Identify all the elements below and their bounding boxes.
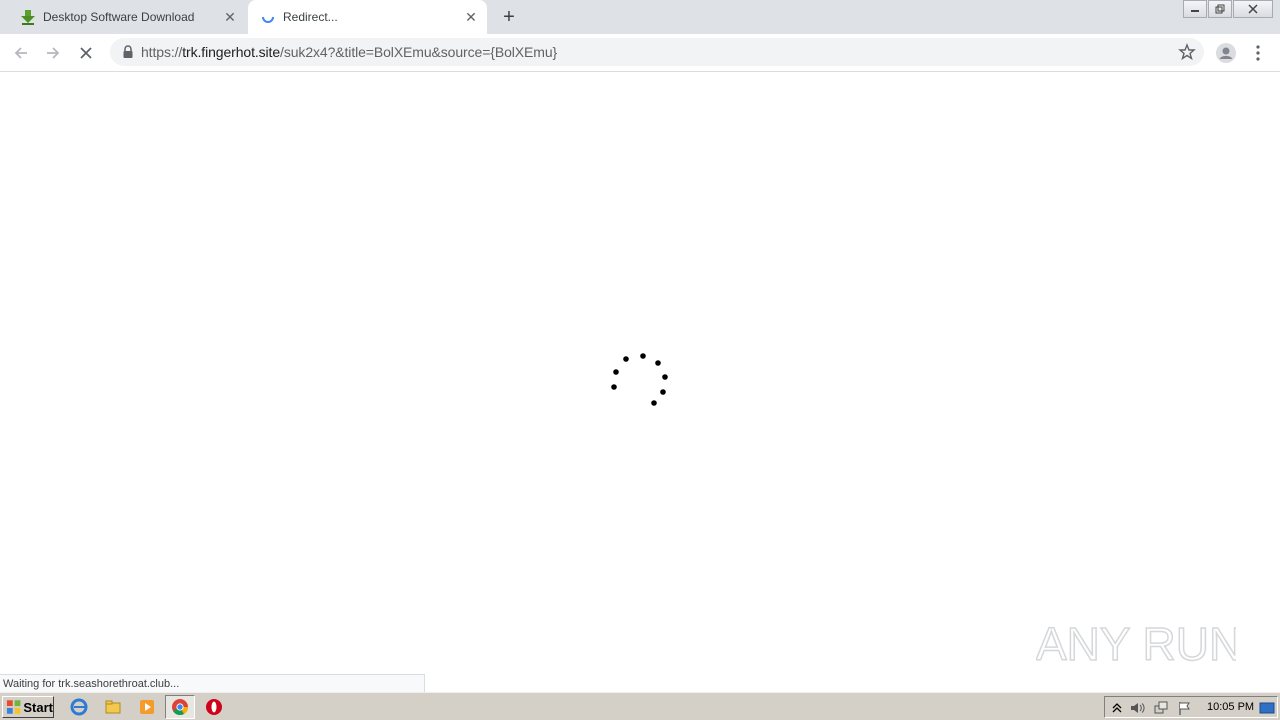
action-center-flag-icon[interactable] — [1177, 700, 1193, 716]
new-tab-button[interactable]: + — [498, 7, 520, 29]
page-content: Waiting for trk.seashorethroat.club... A… — [0, 72, 1280, 694]
watermark-text: ANY RUN — [1036, 618, 1236, 670]
stop-loading-button[interactable] — [73, 40, 99, 66]
browser-toolbar: https://trk.fingerhot.site/suk2x4?&title… — [0, 34, 1280, 72]
chevron-up-icon[interactable] — [1109, 700, 1125, 716]
chrome-taskbar-button[interactable] — [165, 695, 195, 719]
status-bubble: Waiting for trk.seashorethroat.club... — [0, 674, 425, 694]
lock-icon — [123, 45, 133, 58]
kebab-menu-icon[interactable] — [1248, 41, 1268, 65]
tab-close-icon[interactable]: ✕ — [222, 9, 238, 25]
url-path: /suk2x4?&title=BolXEmu&source={BolXEmu} — [280, 44, 558, 60]
tab-title: Desktop Software Download — [43, 10, 195, 24]
close-icon — [80, 47, 92, 59]
download-arrow-icon — [21, 10, 35, 25]
network-icon[interactable] — [1153, 700, 1169, 716]
close-window-button[interactable] — [1233, 0, 1273, 18]
loading-spinner — [611, 353, 668, 406]
opera-icon[interactable] — [205, 698, 223, 716]
file-explorer-icon[interactable] — [104, 698, 122, 716]
forward-button[interactable] — [40, 40, 66, 66]
close-icon — [1248, 4, 1258, 14]
chrome-icon — [172, 699, 189, 716]
back-button[interactable] — [8, 40, 34, 66]
anyrun-watermark-logo: ANY RUN — [1036, 617, 1236, 671]
windows-taskbar: Start 10:05 PM — [0, 692, 1280, 720]
tab-title: Redirect... — [283, 10, 338, 24]
minimize-icon — [1191, 10, 1199, 12]
forward-arrow-icon — [47, 47, 60, 59]
start-button[interactable]: Start — [2, 696, 54, 718]
system-tray: 10:05 PM — [1104, 696, 1278, 718]
url-host: trk.fingerhot.site — [182, 44, 281, 60]
back-arrow-icon — [14, 47, 27, 59]
tab-desktop-software-download[interactable]: Desktop Software Download ✕ — [8, 0, 246, 34]
tab-close-icon[interactable]: ✕ — [463, 9, 479, 25]
taskbar-clock: 10:05 PM — [1207, 701, 1255, 713]
profile-avatar-icon[interactable] — [1214, 41, 1238, 65]
start-label: Start — [23, 699, 53, 715]
windows-logo-icon — [6, 700, 21, 714]
media-player-icon[interactable] — [138, 698, 156, 716]
url-text: https://trk.fingerhot.site/suk2x4?&title… — [141, 44, 557, 60]
address-bar[interactable]: https://trk.fingerhot.site/suk2x4?&title… — [110, 38, 1204, 66]
tab-redirect[interactable]: Redirect... ✕ — [248, 0, 487, 34]
internet-explorer-icon[interactable] — [70, 698, 88, 716]
url-scheme: https:// — [141, 44, 183, 60]
restore-icon — [1215, 4, 1225, 14]
show-desktop-icon[interactable] — [1259, 700, 1275, 716]
tab-strip: Desktop Software Download ✕ Redirect... … — [0, 0, 1280, 34]
restore-button[interactable] — [1208, 0, 1232, 18]
bookmark-star-icon[interactable] — [1178, 43, 1196, 61]
minimize-button[interactable] — [1183, 0, 1207, 18]
loading-spinner-icon — [262, 16, 274, 23]
speaker-icon[interactable] — [1129, 700, 1145, 716]
